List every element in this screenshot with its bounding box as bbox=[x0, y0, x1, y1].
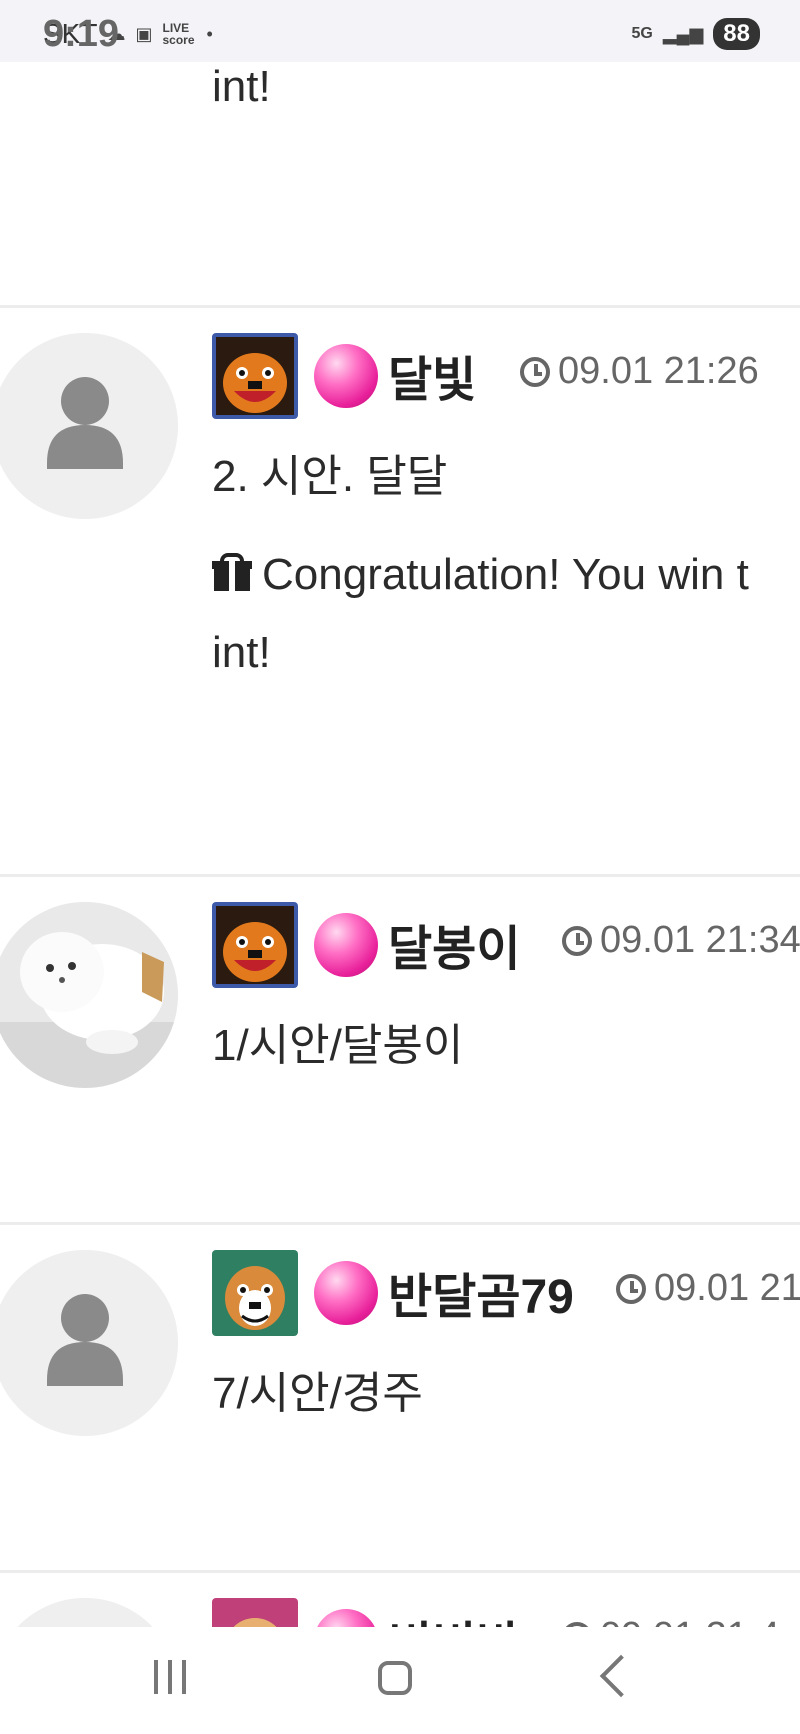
comment-item: 달빛 09.01 21:26 2. 시안. 달달 Congratulation!… bbox=[0, 305, 800, 874]
clock-time: 9:19 bbox=[43, 12, 120, 55]
timestamp-text: 09.01 21:26 bbox=[558, 350, 759, 392]
nickname[interactable]: 비비바 bbox=[388, 1605, 520, 1627]
comment-text: int! bbox=[212, 628, 271, 677]
timestamp: 09.01 21:34 bbox=[562, 919, 800, 962]
clock-icon bbox=[616, 1273, 646, 1304]
timestamp-text: 09.01 21:34 bbox=[600, 919, 800, 961]
system-nav-bar bbox=[0, 1627, 800, 1734]
avatar[interactable] bbox=[0, 1250, 178, 1436]
level-dog-icon bbox=[212, 1250, 298, 1336]
congrats-text: Congratulation! You win t bbox=[262, 550, 749, 599]
level-dog-icon bbox=[212, 333, 298, 419]
comment-text: 7/시안/경주 bbox=[212, 1369, 423, 1418]
recents-button[interactable] bbox=[154, 1660, 186, 1694]
level-dog-icon bbox=[212, 902, 298, 988]
pink-gem-icon bbox=[314, 1609, 378, 1627]
nickname[interactable]: 달빛 bbox=[388, 340, 476, 410]
timestamp: 09.01 21:26 bbox=[520, 350, 759, 393]
pink-gem-icon bbox=[314, 913, 378, 977]
screenshot-icon: ▣ bbox=[135, 23, 153, 44]
nickname[interactable]: 달봉이 bbox=[388, 909, 520, 979]
comment-item: 반달곰79 09.01 21 7/시안/경주 bbox=[0, 1222, 800, 1570]
comment-text: int! bbox=[212, 62, 271, 111]
level-dog-icon bbox=[212, 1598, 298, 1627]
gift-icon bbox=[212, 553, 252, 593]
status-bar: SKT 9:19 ☁ ▣ LIVE score • 5G ▂▄▆ 88 bbox=[0, 0, 800, 62]
comment-item: 달봉이 09.01 21:34 1/시안/달봉이 bbox=[0, 874, 800, 1222]
timestamp: 09.01 21 bbox=[616, 1267, 800, 1310]
timestamp-text: 09.01 21:4 bbox=[600, 1615, 780, 1627]
clock-icon bbox=[562, 925, 592, 956]
avatar[interactable] bbox=[0, 1598, 178, 1627]
comment-text: 2. 시안. 달달 bbox=[212, 452, 448, 501]
comment-feed[interactable]: int! 달빛 09.01 21:26 2. 시안. 달달 Congratula… bbox=[0, 62, 800, 1627]
signal-icon: ▂▄▆ bbox=[662, 23, 704, 44]
battery-indicator: 88 bbox=[713, 18, 760, 50]
comment-item: int! bbox=[0, 62, 800, 305]
clock-icon bbox=[520, 356, 550, 387]
status-left: SKT 9:19 ☁ ▣ LIVE score • bbox=[43, 13, 213, 55]
pink-gem-icon bbox=[314, 1261, 378, 1325]
status-right: 5G ▂▄▆ 88 bbox=[631, 18, 760, 50]
avatar[interactable] bbox=[0, 333, 178, 519]
comment-item: 비비바 09.01 21:4 bbox=[0, 1570, 800, 1627]
timestamp: 09.01 21:4 bbox=[562, 1615, 780, 1627]
comment-text: Congratulation! You win t bbox=[212, 550, 749, 600]
network-label: 5G bbox=[631, 25, 653, 42]
avatar[interactable] bbox=[0, 902, 178, 1088]
home-button[interactable] bbox=[378, 1661, 412, 1695]
comment-text: 1/시안/달봉이 bbox=[212, 1021, 464, 1070]
back-button[interactable] bbox=[599, 1654, 643, 1698]
nickname[interactable]: 반달곰79 bbox=[388, 1257, 574, 1327]
live-score-badge: LIVE score bbox=[162, 21, 195, 47]
timestamp-text: 09.01 21 bbox=[654, 1267, 800, 1309]
dot-icon: • bbox=[206, 23, 213, 44]
pink-gem-icon bbox=[314, 344, 378, 408]
